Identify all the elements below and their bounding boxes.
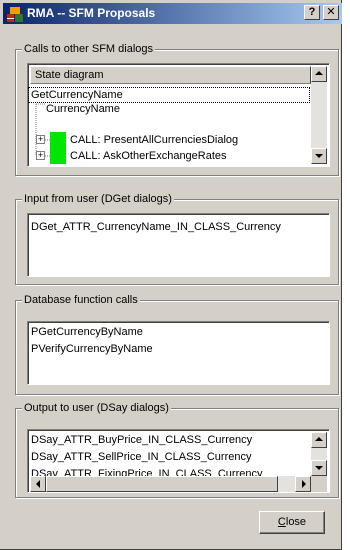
arrow-right-icon (302, 480, 306, 488)
scroll-up-button[interactable] (311, 66, 327, 82)
arrow-up-icon (315, 437, 323, 441)
call-status-icon (50, 148, 66, 164)
scroll-left-button[interactable] (30, 476, 46, 492)
tree-item-currency-name[interactable]: CurrencyName (46, 102, 120, 116)
arrow-up-icon (315, 71, 323, 75)
arrow-down-icon (315, 466, 323, 470)
input-dialogs-list[interactable]: DGet_ATTR_CurrencyName_IN_CLASS_Currency (27, 213, 330, 277)
input-group: Input from user (DGet dialogs) DGet_ATTR… (15, 193, 339, 285)
arrow-down-icon (315, 154, 323, 158)
scroll-thumb[interactable] (46, 476, 278, 492)
app-icon (7, 7, 23, 22)
tree-item-call-present-all[interactable]: CALL: PresentAllCurrenciesDialog (70, 133, 238, 147)
close-window-button[interactable]: ✕ (323, 5, 339, 20)
input-group-legend: Input from user (DGet dialogs) (22, 193, 174, 206)
list-item[interactable]: DSay_ATTR_BuyPrice_IN_CLASS_Currency (31, 433, 252, 447)
close-button-mnemonic: C (277, 516, 286, 528)
window-title: RMA -- SFM Proposals (27, 6, 156, 20)
state-diagram-tree[interactable]: State diagram GetCurrencyName CurrencyNa… (27, 63, 330, 167)
output-vertical-scrollbar[interactable] (311, 432, 327, 476)
list-item[interactable]: PVerifyCurrencyByName (31, 342, 153, 356)
expand-icon[interactable]: + (36, 151, 45, 160)
scrollbar-corner (311, 476, 327, 492)
database-group: Database function calls PGetCurrencyByNa… (15, 294, 339, 395)
calls-group: Calls to other SFM dialogs State diagram… (15, 43, 339, 176)
tree-item-root[interactable]: GetCurrencyName (28, 87, 310, 103)
tree-vertical-scrollbar[interactable] (311, 66, 327, 164)
scroll-right-button[interactable] (295, 476, 311, 492)
expand-icon[interactable]: + (36, 135, 45, 144)
list-item[interactable]: PGetCurrencyByName (31, 325, 143, 339)
list-item[interactable]: DSay_ATTR_SellPrice_IN_CLASS_Currency (31, 450, 252, 464)
title-bar[interactable]: RMA -- SFM Proposals ? ✕ (3, 3, 342, 24)
tree-item-call-ask-other[interactable]: CALL: AskOtherExchangeRates (70, 149, 227, 163)
scroll-up-button[interactable] (311, 432, 327, 448)
output-group-legend: Output to user (DSay dialogs) (22, 402, 171, 415)
database-group-legend: Database function calls (22, 294, 140, 307)
database-calls-list[interactable]: PGetCurrencyByName PVerifyCurrencyByName (27, 321, 330, 385)
output-group: Output to user (DSay dialogs) DSay_ATTR_… (15, 402, 339, 498)
close-button-label: lose (285, 516, 307, 528)
arrow-left-icon (36, 480, 40, 488)
calls-group-legend: Calls to other SFM dialogs (22, 43, 155, 56)
call-status-icon (50, 132, 66, 148)
list-item[interactable]: DGet_ATTR_CurrencyName_IN_CLASS_Currency (31, 220, 281, 234)
help-button[interactable]: ? (304, 5, 320, 20)
output-dialogs-list[interactable]: DSay_ATTR_BuyPrice_IN_CLASS_Currency DSa… (27, 429, 330, 493)
close-button[interactable]: Close (259, 511, 325, 534)
output-horizontal-scrollbar[interactable] (30, 476, 311, 492)
scroll-down-button[interactable] (311, 148, 327, 164)
scroll-down-button[interactable] (311, 460, 327, 476)
dialog-window: RMA -- SFM Proposals ? ✕ Calls to other … (0, 0, 342, 550)
